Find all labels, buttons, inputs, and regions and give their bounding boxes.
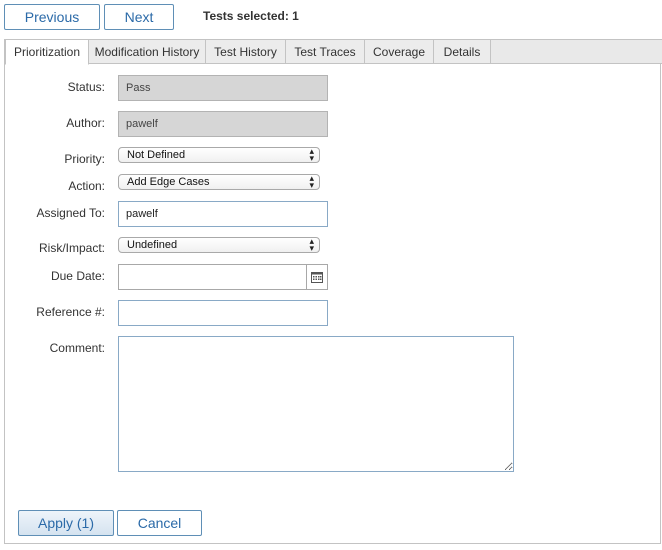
priority-select[interactable]: Not Defined ▴ ▾: [118, 147, 320, 163]
action-select[interactable]: Add Edge Cases ▴ ▾: [118, 174, 320, 190]
author-field: pawelf: [118, 111, 328, 137]
tab-bar: Prioritization Modification History Test…: [5, 39, 662, 65]
tab-test-history[interactable]: Test History: [206, 39, 286, 64]
tab-prioritization[interactable]: Prioritization: [5, 39, 89, 65]
assigned-to-label: Assigned To:: [36, 206, 106, 220]
risk-impact-label: Risk/Impact:: [38, 241, 105, 255]
tab-details[interactable]: Details: [434, 39, 491, 64]
due-date-input[interactable]: [118, 264, 328, 290]
next-button[interactable]: Next: [104, 4, 174, 30]
updown-arrows-icon: ▴ ▾: [309, 236, 314, 253]
status-field: Pass: [118, 75, 328, 101]
previous-button[interactable]: Previous: [4, 4, 100, 30]
calendar-icon: [311, 272, 323, 283]
prioritization-panel: Prioritization Modification History Test…: [4, 39, 662, 544]
tests-selected-count: Tests selected: 1: [203, 9, 299, 23]
risk-impact-select-value: Undefined: [127, 239, 178, 251]
priority-select-value: Not Defined: [127, 149, 186, 161]
comment-textarea[interactable]: [118, 336, 514, 472]
action-label: Action:: [68, 179, 105, 193]
tab-coverage[interactable]: Coverage: [365, 39, 434, 64]
updown-arrows-icon: ▴ ▾: [309, 146, 314, 163]
apply-button[interactable]: Apply (1): [18, 510, 114, 536]
due-date-label: Due Date:: [50, 269, 105, 283]
author-label: Author:: [66, 116, 105, 130]
risk-impact-select[interactable]: Undefined ▴ ▾: [118, 237, 320, 253]
priority-label: Priority:: [64, 152, 105, 166]
comment-label: Comment:: [49, 341, 105, 355]
action-select-value: Add Edge Cases: [127, 176, 210, 188]
updown-arrows-icon: ▴ ▾: [309, 173, 314, 190]
cancel-button[interactable]: Cancel: [117, 510, 202, 536]
calendar-button[interactable]: [306, 265, 327, 289]
tab-modification-history[interactable]: Modification History: [89, 39, 206, 64]
tab-test-traces[interactable]: Test Traces: [286, 39, 365, 64]
assigned-to-input[interactable]: pawelf: [118, 201, 328, 227]
reference-input[interactable]: [118, 300, 328, 326]
reference-label: Reference #:: [36, 305, 105, 319]
status-label: Status:: [67, 80, 105, 94]
